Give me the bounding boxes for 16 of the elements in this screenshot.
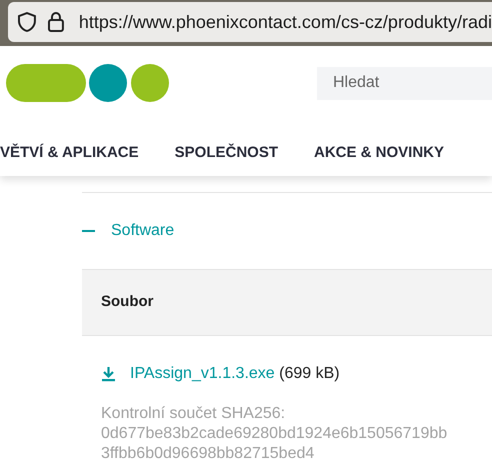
nav-link[interactable]: AKCE & NOVINKY [314, 142, 444, 164]
section-title[interactable]: Software [111, 219, 174, 243]
nav-link[interactable]: SPOLEČNOST [174, 142, 278, 164]
address-bar[interactable]: https://www.phoenixcontact.com/cs-cz/produkty/radi [8, 2, 492, 42]
column-header: Soubor [101, 292, 154, 312]
checksum-label: Kontrolní součet SHA256: [101, 404, 286, 424]
logo-drawing[interactable] [6, 64, 170, 102]
file-link[interactable]: IPAssign_v1.1.3.exe [130, 365, 275, 382]
nav-link[interactable]: VĚTVÍ & APLIKACE [0, 142, 139, 164]
checksum-value: 0d677be83b2cade69280bd1924e6b15056719bb [101, 424, 448, 444]
file-size: (699 kB) [279, 365, 340, 382]
download-icon[interactable] [101, 366, 116, 382]
checksum-value: 3ffbb6b0d96698bb82715bed4 [101, 444, 316, 464]
shield-icon[interactable] [17, 11, 37, 33]
lock-icon[interactable] [46, 11, 65, 33]
search-field[interactable]: Hledat [317, 66, 492, 100]
